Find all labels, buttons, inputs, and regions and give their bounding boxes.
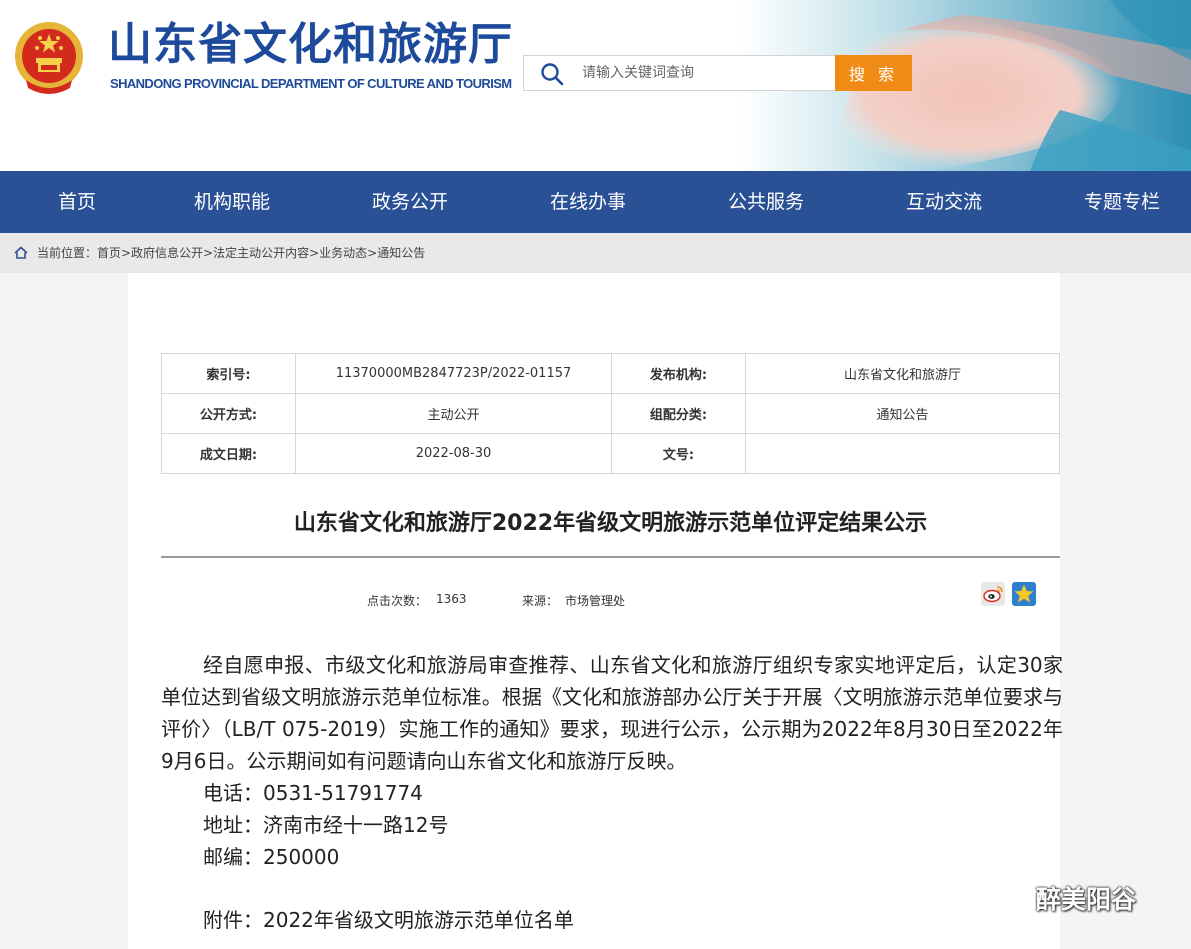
search-icon — [541, 63, 564, 86]
docno-label: 文号: — [611, 433, 746, 474]
nav-item-functions[interactable]: 机构职能 — [194, 171, 270, 233]
wechat-watermark-icon — [985, 882, 1024, 911]
nav-item-public-services[interactable]: 公共服务 — [728, 171, 804, 233]
weibo-icon[interactable] — [981, 582, 1005, 606]
breadcrumb: 当前位置：首页>政府信息公开>法定主动公开内容>业务动态>通知公告 — [0, 233, 1191, 273]
article-body: 经自愿申报、市级文化和旅游局审查推荐、山东省文化和旅游厅组织专家实地评定后，认定… — [161, 649, 1063, 936]
nav-item-online-services[interactable]: 在线办事 — [550, 171, 626, 233]
nav-item-special-topics[interactable]: 专题专栏 — [1084, 171, 1160, 233]
title-divider — [161, 556, 1060, 558]
site-subtitle: SHANDONG PROVINCIAL DEPARTMENT OF CULTUR… — [110, 76, 512, 91]
method-value: 主动公开 — [295, 393, 612, 434]
nav-item-gov-affairs[interactable]: 政务公开 — [372, 171, 448, 233]
body-paragraph: 经自愿申报、市级文化和旅游局审查推荐、山东省文化和旅游厅组织专家实地评定后，认定… — [161, 653, 1063, 773]
category-label: 组配分类: — [611, 393, 746, 434]
date-label: 成文日期: — [161, 433, 296, 474]
index-value: 11370000MB2847723P/2022-01157 — [295, 353, 612, 394]
watermark-text: 醉美阳谷 — [1036, 885, 1137, 914]
national-emblem-logo — [15, 22, 83, 94]
source-value: 市场管理处 — [565, 594, 626, 608]
nav-item-home[interactable]: 首页 — [58, 171, 96, 233]
date-value: 2022-08-30 — [295, 433, 612, 474]
search-box — [523, 55, 835, 91]
article-title: 山东省文化和旅游厅2022年省级文明旅游示范单位评定结果公示 — [293, 511, 928, 536]
search-input[interactable] — [582, 56, 832, 90]
category-value: 通知公告 — [745, 393, 1060, 434]
article-container: 索引号: 11370000MB2847723P/2022-01157 发布机构:… — [128, 273, 1063, 949]
search-button[interactable]: 搜 索 — [835, 55, 912, 91]
clicks-count: 1363 — [436, 592, 467, 606]
index-label: 索引号: — [161, 353, 296, 394]
contact-address: 地址：济南市经十一路12号 — [203, 813, 449, 837]
site-header: 山东省文化和旅游厅 SHANDONG PROVINCIAL DEPARTMENT… — [0, 0, 1191, 171]
method-label: 公开方式: — [161, 393, 296, 434]
contact-postcode: 邮编：250000 — [203, 845, 340, 869]
source-label: 来源： — [522, 594, 559, 608]
clicks-label: 点击次数： — [367, 594, 428, 608]
docno-value — [745, 433, 1060, 474]
publisher-label: 发布机构: — [611, 353, 746, 394]
nav-item-interaction[interactable]: 互动交流 — [906, 171, 982, 233]
home-icon — [14, 246, 28, 259]
site-title[interactable]: 山东省文化和旅游厅 — [108, 18, 513, 72]
breadcrumb-path[interactable]: 当前位置：首页>政府信息公开>法定主动公开内容>业务动态>通知公告 — [37, 233, 425, 273]
contact-phone: 电话：0531-51791774 — [203, 781, 423, 805]
publisher-value: 山东省文化和旅游厅 — [745, 353, 1060, 394]
attachment-link[interactable]: 附件：2022年省级文明旅游示范单位名单 — [161, 904, 1063, 936]
qzone-icon[interactable] — [1012, 582, 1036, 606]
main-nav: 首页 机构职能 政务公开 在线办事 公共服务 互动交流 专题专栏 — [0, 171, 1191, 233]
document-meta-table: 索引号: 11370000MB2847723P/2022-01157 发布机构:… — [161, 353, 1060, 474]
